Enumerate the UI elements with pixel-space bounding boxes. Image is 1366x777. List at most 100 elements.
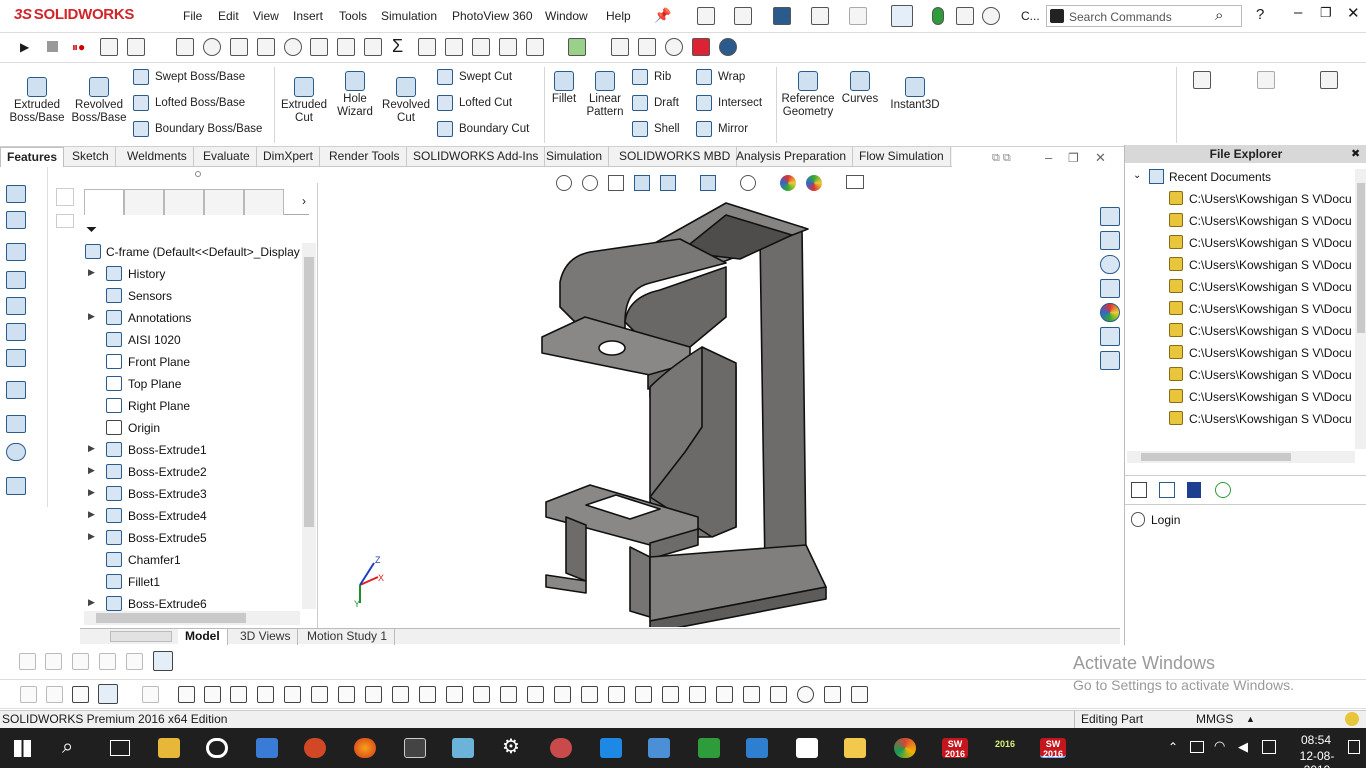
file-explorer-tab-icon[interactable] xyxy=(1100,255,1120,274)
tree-item-boss-extrude1[interactable]: ▶ Boss-Extrude1 xyxy=(80,439,310,461)
check-icon[interactable] xyxy=(364,38,382,56)
shortcut-cut-icon[interactable] xyxy=(6,323,26,341)
settings-taskbar-icon[interactable]: ⚙ xyxy=(502,734,524,758)
search-commands-box[interactable]: Search Commands ⌕ xyxy=(1046,5,1242,27)
forum-icon[interactable] xyxy=(1100,351,1120,370)
filter-blocks-icon[interactable] xyxy=(743,686,760,703)
apply-scene-icon[interactable] xyxy=(806,175,822,191)
capture-icon[interactable] xyxy=(746,738,768,758)
tree-item-boss-extrude3[interactable]: ▶ Boss-Extrude3 xyxy=(80,483,310,505)
section-view-icon[interactable] xyxy=(337,38,355,56)
tree-item-boss-extrude4[interactable]: ▶ Boss-Extrude4 xyxy=(80,505,310,527)
dimension-icon[interactable] xyxy=(153,651,173,671)
new-macro-icon[interactable] xyxy=(100,38,118,56)
filter-center-mass-icon[interactable] xyxy=(473,686,490,703)
tree-horizontal-scrollbar[interactable] xyxy=(84,611,300,625)
tree-item-boss-extrude5[interactable]: ▶ Boss-Extrude5 xyxy=(80,527,310,549)
toolbar-overflow-label[interactable]: C... xyxy=(1021,9,1040,23)
filter-cosmetic-threads-icon[interactable] xyxy=(716,686,733,703)
open-in-explorer-icon[interactable] xyxy=(1131,482,1147,498)
view-heads-up-icon[interactable] xyxy=(1193,71,1211,89)
tree-item-chamfer1[interactable]: Chamfer1 xyxy=(80,549,310,571)
spell-check-icon[interactable] xyxy=(176,38,194,56)
filter-toggle-icon[interactable] xyxy=(20,686,37,703)
tab-simulation[interactable]: Simulation xyxy=(540,147,610,167)
instant3d-button[interactable]: Instant3D xyxy=(884,77,946,112)
login-item[interactable]: Login xyxy=(1125,509,1366,531)
measure-icon[interactable] xyxy=(230,38,248,56)
mass-properties-icon[interactable] xyxy=(310,38,328,56)
feature-tree-tab[interactable] xyxy=(84,189,124,215)
print-icon[interactable] xyxy=(811,7,829,25)
expand-arrow-icon[interactable]: ▶ xyxy=(88,597,95,608)
menu-help[interactable]: Help xyxy=(606,9,631,23)
wrap-button[interactable]: Wrap xyxy=(696,69,745,85)
chevron-right-icon[interactable]: › xyxy=(302,194,306,208)
doc-minimize-icon[interactable]: – xyxy=(1045,150,1052,165)
recent-file-item[interactable]: C:\Users\Kowshigan S V\Docu xyxy=(1125,320,1366,342)
filter-solid-icon[interactable] xyxy=(284,686,301,703)
filter-routing-points-icon[interactable] xyxy=(824,686,841,703)
magnifier-icon[interactable] xyxy=(203,38,221,56)
filter-axes-icon[interactable] xyxy=(311,686,328,703)
expand-arrow-icon[interactable]: ▶ xyxy=(88,443,95,454)
triangle-app-icon[interactable] xyxy=(698,738,720,758)
shortcut-section-icon[interactable] xyxy=(6,211,26,229)
select-cursor-icon[interactable] xyxy=(891,5,913,27)
shortcut-loft-icon[interactable] xyxy=(6,297,26,315)
confirm-icon[interactable] xyxy=(665,38,683,56)
new-document-icon[interactable] xyxy=(697,7,715,25)
recent-file-item[interactable]: C:\Users\Kowshigan S V\Docu xyxy=(1125,254,1366,276)
clock-time[interactable]: 08:54 xyxy=(1294,733,1338,747)
extruded-boss-button[interactable]: Extruded Boss/Base xyxy=(8,77,66,125)
app-blue-icon[interactable] xyxy=(256,738,278,758)
record-macro-icon[interactable]: ⏸● xyxy=(72,40,85,55)
filter-datum-features-icon[interactable] xyxy=(662,686,679,703)
linear-pattern-button[interactable]: Linear Pattern xyxy=(582,71,628,119)
revolved-boss-button[interactable]: Revolved Boss/Base xyxy=(70,77,128,125)
rebuild-traffic-light-icon[interactable] xyxy=(932,7,944,25)
shortcut-instant3d-icon[interactable] xyxy=(6,477,26,495)
units-dropdown-icon[interactable]: ▲ xyxy=(1246,711,1255,728)
recent-file-item[interactable]: C:\Users\Kowshigan S V\Docu xyxy=(1125,364,1366,386)
tree-hscroll-thumb[interactable] xyxy=(96,613,246,623)
restore-window-icon[interactable]: ❐ xyxy=(1320,5,1332,21)
property-manager-tab[interactable] xyxy=(124,189,164,215)
filter-balloons-icon[interactable] xyxy=(608,686,625,703)
tab-render-tools[interactable]: Render Tools xyxy=(323,147,407,167)
file-properties-icon[interactable] xyxy=(956,7,974,25)
swept-cut-button[interactable]: Swept Cut xyxy=(437,69,512,85)
filter-surface-icon[interactable] xyxy=(257,686,274,703)
draft-button[interactable]: Draft xyxy=(632,95,679,111)
custom-properties-icon[interactable] xyxy=(1100,327,1120,346)
tab-motion-study[interactable]: Motion Study 1 xyxy=(300,629,396,645)
shortcut-sweep-icon[interactable] xyxy=(6,271,26,289)
hole-wizard-button[interactable]: Hole Wizard xyxy=(330,71,380,119)
filter-midpoints-icon[interactable] xyxy=(419,686,436,703)
menu-file[interactable]: File xyxy=(183,9,202,23)
view-palette-icon[interactable] xyxy=(1100,279,1120,298)
menu-view[interactable]: View xyxy=(253,9,279,23)
filter-all-icon[interactable] xyxy=(72,686,89,703)
filter-weld-symbols-icon[interactable] xyxy=(635,686,652,703)
appearances-scenes-icon[interactable] xyxy=(1100,303,1120,322)
file-explorer-hscroll[interactable] xyxy=(1127,451,1355,463)
tree-item-annotations[interactable]: ▶ Annotations xyxy=(80,307,310,329)
save-file-icon[interactable] xyxy=(1187,482,1201,498)
tree-item-front-plane[interactable]: Front Plane xyxy=(80,351,310,373)
filter-sketch-points-icon[interactable] xyxy=(365,686,382,703)
shortcut-gear-icon[interactable] xyxy=(6,349,26,367)
search-magnifier-icon[interactable]: ⌕ xyxy=(1215,7,1223,24)
filter-dowel-pins-icon[interactable] xyxy=(770,686,787,703)
battery-icon[interactable] xyxy=(1190,741,1204,753)
search-taskbar-icon[interactable]: ⌕ xyxy=(62,736,73,759)
action-center-icon[interactable] xyxy=(1348,740,1360,754)
file-explorer-taskbar-icon[interactable] xyxy=(158,738,180,758)
c-frame-model[interactable] xyxy=(530,197,850,627)
menu-photoview[interactable]: PhotoView 360 xyxy=(452,9,533,23)
extruded-cut-button[interactable]: Extruded Cut xyxy=(276,77,332,125)
tab-3d-views[interactable]: 3D Views xyxy=(233,629,299,645)
tab-dimxpert[interactable]: DimXpert xyxy=(257,147,321,167)
filter-geometric-tolerance-icon[interactable] xyxy=(554,686,571,703)
configuration-manager-tab[interactable] xyxy=(164,189,204,215)
